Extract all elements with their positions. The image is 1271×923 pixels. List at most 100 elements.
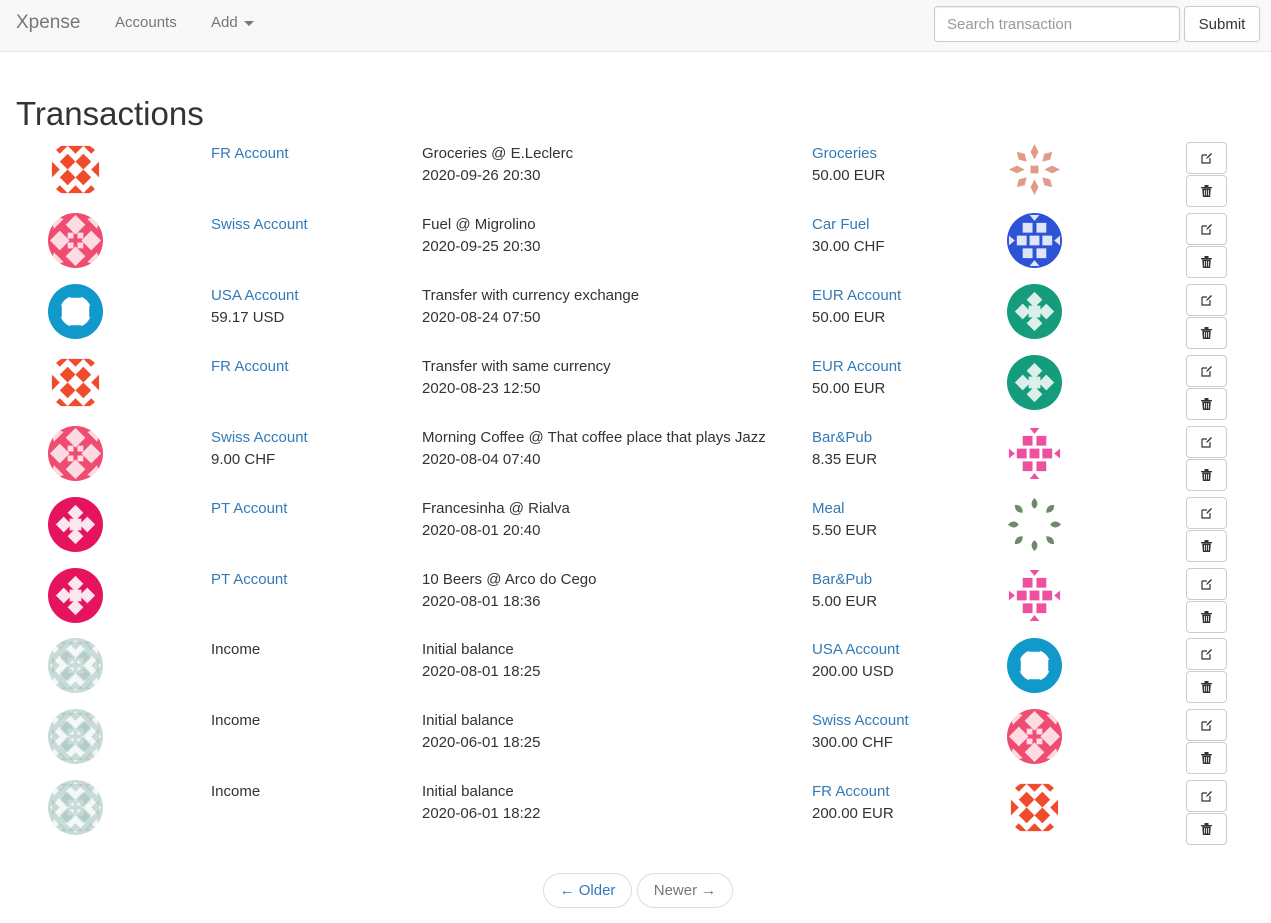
delete-button[interactable] <box>1186 317 1227 349</box>
delete-button[interactable] <box>1186 813 1227 845</box>
from-account-link[interactable]: Swiss Account <box>211 214 308 236</box>
search-input[interactable] <box>934 6 1180 42</box>
brand-logo[interactable]: Xpense <box>16 12 80 34</box>
from-account: Income <box>211 781 260 803</box>
edit-button[interactable] <box>1186 497 1227 529</box>
trash-icon <box>1201 611 1212 623</box>
transaction-description: Initial balance <box>422 641 514 658</box>
navbar: Xpense Accounts Add Submit <box>0 0 1271 52</box>
delete-button[interactable] <box>1186 671 1227 703</box>
delete-button[interactable] <box>1186 388 1227 420</box>
from-account-link[interactable]: PT Account <box>211 569 287 591</box>
to-amount: 30.00 CHF <box>812 238 885 255</box>
edit-button[interactable] <box>1186 355 1227 387</box>
delete-button[interactable] <box>1186 175 1227 207</box>
to-account: Meal 5.50 EUR <box>812 498 877 542</box>
from-account: PT Account <box>211 569 287 591</box>
transaction-details: Initial balance 2020-06-01 18:22 <box>422 781 540 825</box>
to-account: FR Account 200.00 EUR <box>812 781 894 825</box>
pt-account-avatar-icon <box>48 568 103 623</box>
from-account-link[interactable]: FR Account <box>211 143 289 165</box>
swiss-account-avatar-icon <box>48 426 103 481</box>
from-account-label: Income <box>211 641 261 658</box>
transaction-row: Income Initial balance 2020-08-01 18:25 … <box>0 638 1271 709</box>
submit-button[interactable]: Submit <box>1184 6 1260 42</box>
from-account: Swiss Account <box>211 214 308 236</box>
from-account-link[interactable]: USA Account <box>211 285 299 307</box>
from-account: Income <box>211 710 260 732</box>
trash-icon <box>1201 185 1212 197</box>
from-account-label: Income <box>211 783 261 800</box>
edit-icon <box>1200 295 1212 306</box>
fr-account-avatar-icon <box>48 355 103 410</box>
edit-button[interactable] <box>1186 213 1227 245</box>
from-amount: 59.17 USD <box>211 309 285 326</box>
trash-icon <box>1201 256 1212 268</box>
older-page-button[interactable]: ← Older <box>543 873 632 908</box>
delete-button[interactable] <box>1186 530 1227 562</box>
from-account-label: Income <box>211 712 261 729</box>
fr-account-avatar-icon <box>48 142 103 197</box>
income-avatar-icon <box>48 709 103 764</box>
transaction-row: PT Account Francesinha @ Rialva 2020-08-… <box>0 497 1271 568</box>
to-amount: 50.00 EUR <box>812 167 886 184</box>
page-title: Transactions <box>16 95 204 132</box>
delete-button[interactable] <box>1186 742 1227 774</box>
to-account-link[interactable]: USA Account <box>812 639 900 661</box>
edit-icon <box>1200 224 1212 235</box>
nav-add-label: Add <box>211 14 238 31</box>
to-account-link[interactable]: FR Account <box>812 781 894 803</box>
meal-avatar-icon <box>1007 497 1062 552</box>
to-account-link[interactable]: Meal <box>812 498 877 520</box>
from-account-link[interactable]: FR Account <box>211 356 289 378</box>
transaction-datetime: 2020-08-24 07:50 <box>422 309 541 326</box>
transaction-row: USA Account 59.17 USD Transfer with curr… <box>0 284 1271 355</box>
edit-button[interactable] <box>1186 709 1227 741</box>
from-account-link[interactable]: Swiss Account <box>211 427 308 449</box>
transaction-datetime: 2020-06-01 18:25 <box>422 734 541 751</box>
transaction-details: Initial balance 2020-06-01 18:25 <box>422 710 540 754</box>
edit-button[interactable] <box>1186 638 1227 670</box>
edit-icon <box>1200 579 1212 590</box>
edit-button[interactable] <box>1186 284 1227 316</box>
to-account-link[interactable]: Swiss Account <box>812 710 909 732</box>
transaction-row: FR Account Transfer with same currency 2… <box>0 355 1271 426</box>
transaction-description: Groceries @ E.Leclerc <box>422 145 574 162</box>
edit-button[interactable] <box>1186 568 1227 600</box>
transaction-description: Francesinha @ Rialva <box>422 500 570 517</box>
transaction-datetime: 2020-08-01 20:40 <box>422 522 541 539</box>
to-account-link[interactable]: EUR Account <box>812 285 901 307</box>
transaction-row: Income Initial balance 2020-06-01 18:25 … <box>0 709 1271 780</box>
to-amount: 5.00 EUR <box>812 593 878 610</box>
transaction-datetime: 2020-09-25 20:30 <box>422 238 541 255</box>
transaction-datetime: 2020-08-04 07:40 <box>422 451 541 468</box>
newer-page-button[interactable]: Newer → <box>637 873 733 908</box>
edit-button[interactable] <box>1186 780 1227 812</box>
to-account: EUR Account 50.00 EUR <box>812 356 901 400</box>
to-account: Car Fuel 30.00 CHF <box>812 214 885 258</box>
transaction-description: Transfer with currency exchange <box>422 287 640 304</box>
to-account: USA Account 200.00 USD <box>812 639 900 683</box>
to-account-link[interactable]: Groceries <box>812 143 885 165</box>
to-account: EUR Account 50.00 EUR <box>812 285 901 329</box>
delete-button[interactable] <box>1186 459 1227 491</box>
eur-account-avatar-icon <box>1007 355 1062 410</box>
delete-button[interactable] <box>1186 601 1227 633</box>
edit-button[interactable] <box>1186 142 1227 174</box>
to-account-link[interactable]: Bar&Pub <box>812 569 877 591</box>
transaction-description: Initial balance <box>422 783 514 800</box>
delete-button[interactable] <box>1186 246 1227 278</box>
nav-accounts[interactable]: Accounts <box>115 14 177 31</box>
trash-icon <box>1201 469 1212 481</box>
nav-add-dropdown[interactable]: Add <box>211 14 254 31</box>
to-account-link[interactable]: Car Fuel <box>812 214 885 236</box>
edit-button[interactable] <box>1186 426 1227 458</box>
transaction-description: Fuel @ Migrolino <box>422 216 536 233</box>
to-account: Bar&Pub 5.00 EUR <box>812 569 877 613</box>
to-account-link[interactable]: EUR Account <box>812 356 901 378</box>
from-account-link[interactable]: PT Account <box>211 498 287 520</box>
transaction-details: Fuel @ Migrolino 2020-09-25 20:30 <box>422 214 540 258</box>
to-account-link[interactable]: Bar&Pub <box>812 427 877 449</box>
bar-pub-avatar-icon <box>1007 426 1062 481</box>
caret-down-icon <box>243 20 254 26</box>
